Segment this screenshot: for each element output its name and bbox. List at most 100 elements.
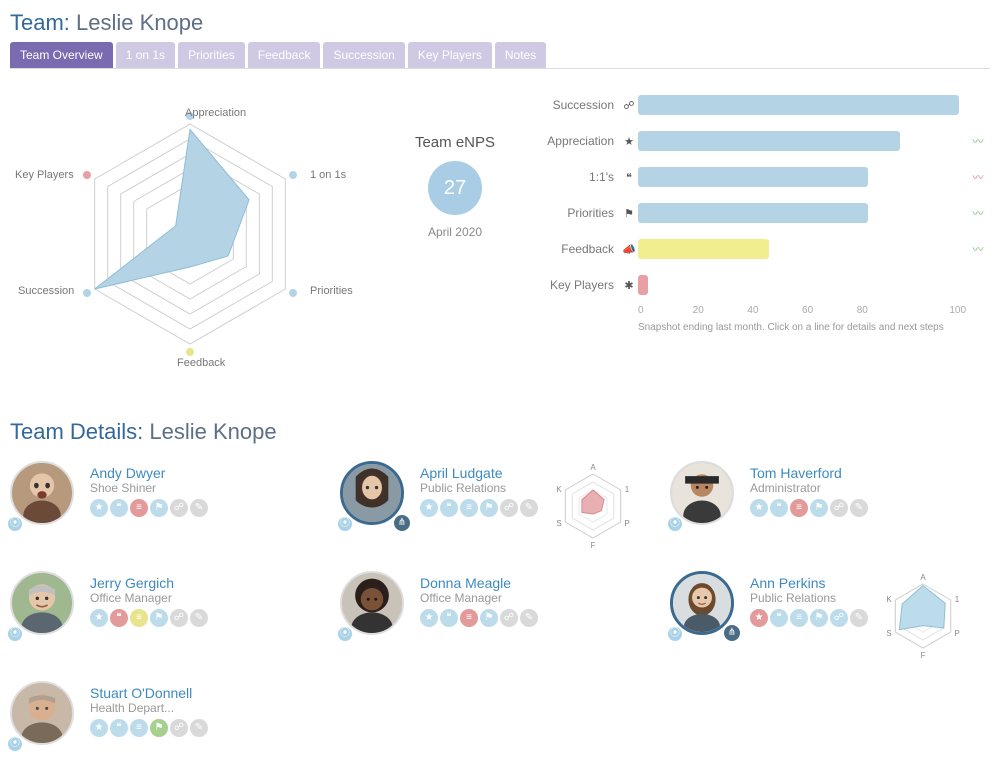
status-badge-icon: ⦿	[6, 735, 24, 753]
key-icon[interactable]: ✎	[520, 499, 538, 517]
team-cards: ⦿ Andy Dwyer Shoe Shiner ★ ❝ ≡ ⚑ ☍ ✎	[10, 461, 990, 751]
svg-text:P: P	[624, 519, 629, 528]
people-icon[interactable]: ☍	[170, 499, 188, 517]
megaphone-icon[interactable]: ≡	[790, 609, 808, 627]
chat-icon[interactable]: ❝	[110, 609, 128, 627]
key-icon[interactable]: ✎	[850, 499, 868, 517]
chat-icon[interactable]: ❝	[110, 719, 128, 737]
flag-icon: ⚑	[620, 207, 638, 220]
star-icon[interactable]: ★	[750, 499, 768, 517]
people-icon[interactable]: ☍	[170, 609, 188, 627]
star-icon[interactable]: ★	[90, 609, 108, 627]
member-name[interactable]: Stuart O'Donnell	[90, 685, 208, 701]
megaphone-icon[interactable]: ≡	[790, 499, 808, 517]
people-icon[interactable]: ☍	[500, 499, 518, 517]
bar-row-priorities[interactable]: Priorities ⚑ 〰	[540, 197, 990, 229]
radar-label-keyplayers: Key Players	[15, 169, 74, 181]
share-icon[interactable]: ⋔	[392, 513, 412, 533]
share-icon[interactable]: ⋔	[722, 623, 742, 643]
member-card[interactable]: ⦿ Stuart O'Donnell Health Depart... ★ ❝ …	[10, 681, 330, 751]
star-icon[interactable]: ★	[750, 609, 768, 627]
key-icon[interactable]: ✎	[190, 719, 208, 737]
flag-icon[interactable]: ⚑	[480, 499, 498, 517]
star-icon[interactable]: ★	[90, 719, 108, 737]
member-badges: ★ ❝ ≡ ⚑ ☍ ✎	[420, 499, 538, 517]
bar-row-keyplayers[interactable]: Key Players ✱	[540, 269, 990, 301]
bar-row-feedback[interactable]: Feedback 📣 〰	[540, 233, 990, 265]
star-icon[interactable]: ★	[90, 499, 108, 517]
chat-icon[interactable]: ❝	[770, 499, 788, 517]
member-card[interactable]: ⦿ Andy Dwyer Shoe Shiner ★ ❝ ≡ ⚑ ☍ ✎	[10, 461, 330, 551]
chat-icon[interactable]: ❝	[770, 609, 788, 627]
key-icon[interactable]: ✎	[520, 609, 538, 627]
radar-label-1on1s: 1 on 1s	[310, 169, 346, 181]
trend-down-icon: 〰	[966, 169, 990, 185]
member-name[interactable]: Donna Meagle	[420, 575, 538, 591]
tab-key-players[interactable]: Key Players	[408, 42, 492, 68]
tab-priorities[interactable]: Priorities	[178, 42, 245, 68]
flag-icon[interactable]: ⚑	[810, 609, 828, 627]
member-card[interactable]: ⦿ ⋔ April Ludgate Public Relations ★ ❝ ≡…	[340, 461, 660, 551]
svg-text:K: K	[556, 485, 562, 494]
member-role: Administrator	[750, 481, 868, 495]
chat-icon[interactable]: ❝	[440, 609, 458, 627]
people-icon[interactable]: ☍	[170, 719, 188, 737]
megaphone-icon[interactable]: ≡	[130, 719, 148, 737]
title-name: Leslie Knope	[76, 10, 203, 35]
tab-team-overview[interactable]: Team Overview	[10, 42, 113, 68]
page-title: Team: Leslie Knope	[10, 10, 990, 36]
flag-icon[interactable]: ⚑	[150, 609, 168, 627]
people-icon: ☍	[620, 99, 638, 112]
member-card[interactable]: ⦿ ⋔ Ann Perkins Public Relations ★ ❝ ≡ ⚑…	[670, 571, 990, 661]
member-card[interactable]: ⦿ Tom Haverford Administrator ★ ❝ ≡ ⚑ ☍ …	[670, 461, 990, 551]
people-icon[interactable]: ☍	[830, 609, 848, 627]
flag-icon[interactable]: ⚑	[810, 499, 828, 517]
key-icon[interactable]: ✎	[190, 499, 208, 517]
trend-up-icon: 〰	[966, 133, 990, 149]
flag-icon[interactable]: ⚑	[150, 499, 168, 517]
key-icon[interactable]: ✎	[190, 609, 208, 627]
key-icon[interactable]: ✎	[850, 609, 868, 627]
people-icon[interactable]: ☍	[830, 499, 848, 517]
megaphone-icon[interactable]: ≡	[130, 609, 148, 627]
bar-row-succession[interactable]: Succession ☍	[540, 89, 990, 121]
megaphone-icon[interactable]: ≡	[130, 499, 148, 517]
member-role: Health Depart...	[90, 701, 208, 715]
megaphone-icon[interactable]: ≡	[460, 499, 478, 517]
svg-text:F: F	[921, 651, 926, 660]
member-name[interactable]: Andy Dwyer	[90, 465, 208, 481]
member-name[interactable]: April Ludgate	[420, 465, 538, 481]
people-icon[interactable]: ☍	[500, 609, 518, 627]
bar-chart: Succession ☍ Appreciation ★ 〰 1:1's ❝ 〰 …	[540, 79, 990, 379]
svg-text:1: 1	[955, 595, 960, 604]
svg-text:S: S	[886, 629, 891, 638]
member-card[interactable]: ⦿ Jerry Gergich Office Manager ★ ❝ ≡ ⚑ ☍…	[10, 571, 330, 661]
tab-feedback[interactable]: Feedback	[248, 42, 321, 68]
mini-radar: A 1 P F S K	[548, 461, 638, 551]
member-badges: ★ ❝ ≡ ⚑ ☍ ✎	[420, 609, 538, 627]
svg-text:1: 1	[625, 485, 630, 494]
megaphone-icon[interactable]: ≡	[460, 609, 478, 627]
member-name[interactable]: Ann Perkins	[750, 575, 868, 591]
chat-icon[interactable]: ❝	[440, 499, 458, 517]
bar-row-1on1s[interactable]: 1:1's ❝ 〰	[540, 161, 990, 193]
bar-row-appreciation[interactable]: Appreciation ★ 〰	[540, 125, 990, 157]
flag-icon[interactable]: ⚑	[150, 719, 168, 737]
enps-title: Team eNPS	[380, 134, 530, 151]
radar-label-appreciation: Appreciation	[185, 107, 246, 119]
flag-icon[interactable]: ⚑	[480, 609, 498, 627]
star-icon[interactable]: ★	[420, 499, 438, 517]
tab-notes[interactable]: Notes	[495, 42, 546, 68]
key-icon: ✱	[620, 279, 638, 292]
chat-icon[interactable]: ❝	[110, 499, 128, 517]
tab-succession[interactable]: Succession	[323, 42, 404, 68]
member-card[interactable]: ⦿ Donna Meagle Office Manager ★ ❝ ≡ ⚑ ☍ …	[340, 571, 660, 661]
radar-chart[interactable]: Appreciation 1 on 1s Priorities Feedback…	[10, 79, 370, 379]
member-name[interactable]: Jerry Gergich	[90, 575, 208, 591]
details-name: Leslie Knope	[149, 419, 276, 444]
member-name[interactable]: Tom Haverford	[750, 465, 868, 481]
svg-text:F: F	[591, 541, 596, 550]
tab-1on1s[interactable]: 1 on 1s	[116, 42, 175, 68]
star-icon[interactable]: ★	[420, 609, 438, 627]
status-badge-icon: ⦿	[6, 515, 24, 533]
